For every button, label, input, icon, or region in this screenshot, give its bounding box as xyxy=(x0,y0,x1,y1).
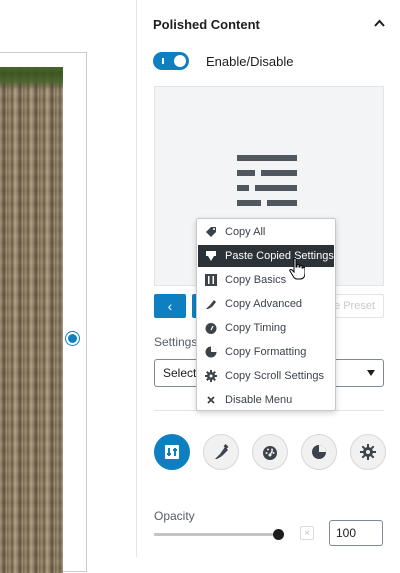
menu-item-paste-copied-settings[interactable]: Paste Copied Settings xyxy=(198,245,334,267)
gear-icon xyxy=(205,370,217,382)
advanced-icon xyxy=(215,444,229,459)
advanced-icon xyxy=(205,298,217,310)
opacity-slider[interactable] xyxy=(154,529,284,540)
image-block[interactable] xyxy=(0,52,87,573)
editor-canvas xyxy=(0,0,137,573)
timing-tab[interactable] xyxy=(252,434,288,470)
menu-item-label: Copy Basics xyxy=(225,274,287,286)
scroll-settings-tab[interactable] xyxy=(350,434,386,470)
menu-item-copy-advanced[interactable]: Copy Advanced xyxy=(198,293,334,315)
enable-toggle-row: Enable/Disable xyxy=(153,52,293,70)
paste-icon xyxy=(205,250,217,262)
menu-item-disable-menu[interactable]: Disable Menu xyxy=(198,389,334,411)
copy-paste-context-menu: Copy All Paste Copied Settings Copy Basi… xyxy=(196,218,336,411)
settings-tabs xyxy=(154,434,386,470)
menu-item-label: Copy Advanced xyxy=(225,298,303,310)
advanced-tab[interactable] xyxy=(203,434,239,470)
chevron-up-icon[interactable] xyxy=(374,18,385,29)
copy-all-icon xyxy=(205,226,217,238)
toggle-label: Enable/Disable xyxy=(206,53,294,69)
opacity-input[interactable] xyxy=(329,520,383,546)
menu-item-label: Copy Timing xyxy=(225,322,287,334)
formatting-icon xyxy=(312,445,326,459)
toggle-on-indicator xyxy=(162,58,164,64)
wood-texture-image xyxy=(0,67,63,573)
basics-icon xyxy=(165,445,179,459)
settings-select-value: Select xyxy=(163,366,197,380)
menu-item-copy-formatting[interactable]: Copy Formatting xyxy=(198,341,334,363)
close-icon xyxy=(205,394,217,406)
menu-item-copy-scroll-settings[interactable]: Copy Scroll Settings xyxy=(198,365,334,387)
basics-tab[interactable] xyxy=(154,434,190,470)
menu-item-label: Copy Formatting xyxy=(225,346,307,358)
opacity-slider-fill xyxy=(154,533,273,536)
timing-icon xyxy=(205,322,217,334)
hand-pointer-icon xyxy=(289,258,305,280)
menu-item-copy-all[interactable]: Copy All xyxy=(198,221,334,243)
toggle-knob xyxy=(174,55,186,67)
timing-icon xyxy=(263,446,277,460)
opacity-reset-button[interactable]: × xyxy=(300,526,314,540)
menu-item-label: Copy All xyxy=(225,226,266,238)
menu-item-copy-timing[interactable]: Copy Timing xyxy=(198,317,334,339)
chevron-left-icon: ‹ xyxy=(167,298,173,314)
menu-item-label: Copy Scroll Settings xyxy=(225,370,325,382)
panel-title: Polished Content xyxy=(153,17,260,32)
panel-header[interactable]: Polished Content xyxy=(153,16,385,34)
gear-icon xyxy=(360,444,376,460)
text-align-icon xyxy=(237,155,297,206)
opacity-label: Opacity xyxy=(154,509,195,523)
enable-toggle[interactable] xyxy=(153,52,189,70)
formatting-icon xyxy=(205,346,217,358)
opacity-slider-thumb[interactable] xyxy=(273,529,284,540)
resize-handle[interactable] xyxy=(66,332,79,345)
basics-icon xyxy=(205,274,217,286)
menu-item-copy-basics[interactable]: Copy Basics xyxy=(198,269,334,291)
formatting-tab[interactable] xyxy=(301,434,337,470)
previous-preset-button[interactable]: ‹ xyxy=(154,294,186,318)
menu-item-label: Disable Menu xyxy=(225,394,293,406)
dropdown-arrow-icon xyxy=(367,370,375,376)
menu-item-label: Paste Copied Settings xyxy=(225,250,334,262)
